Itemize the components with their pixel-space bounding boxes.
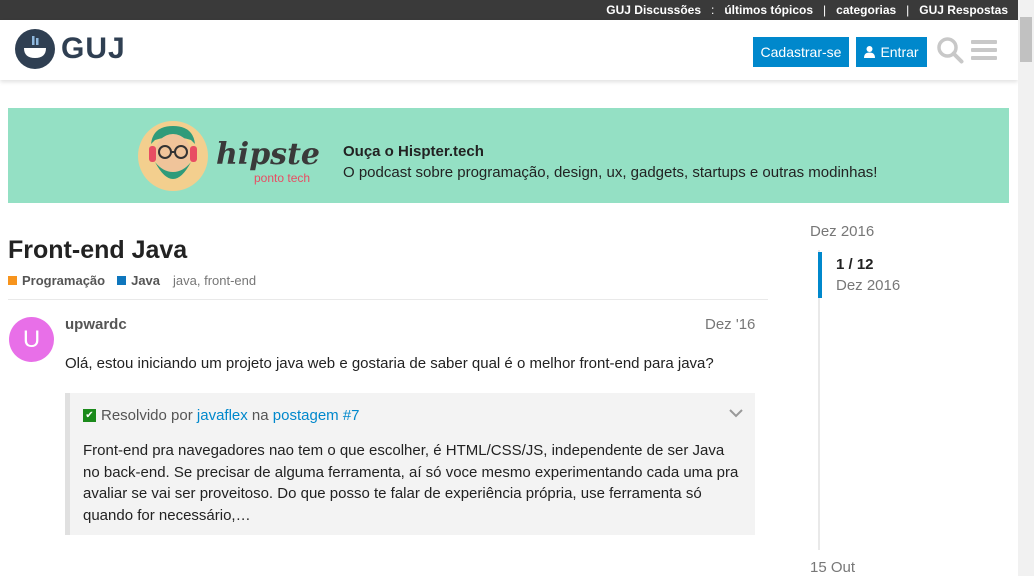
category-java[interactable]: Java xyxy=(117,273,160,288)
category-color-swatch xyxy=(8,276,17,285)
timeline-position: 1 / 12 xyxy=(836,256,874,273)
avatar[interactable]: U xyxy=(9,317,54,362)
nav-separator: | xyxy=(906,3,910,17)
nav-guj-respostas[interactable]: GUJ Respostas xyxy=(919,3,1008,17)
scrollbar-thumb[interactable] xyxy=(1020,17,1032,62)
timeline-current-date: Dez 2016 xyxy=(836,277,901,294)
topic-categories: Programação Java java, front-end xyxy=(8,273,256,288)
logo-cup-icon xyxy=(15,29,55,69)
category-label: Java xyxy=(131,273,161,288)
post-body: Olá, estou iniciando um projeto java web… xyxy=(65,355,714,372)
nav-categorias[interactable]: categorias xyxy=(836,3,896,17)
nav-guj-discussoes[interactable]: GUJ Discussões xyxy=(606,3,701,17)
solution-post-link[interactable]: postagem #7 xyxy=(273,407,360,424)
hipsters-logo: hipsters ponto tech xyxy=(138,121,321,191)
site-logo[interactable]: GUJ xyxy=(15,29,126,69)
timeline-handle[interactable] xyxy=(818,252,822,298)
podcast-banner[interactable]: hipsters ponto tech Ouça o Hispter.tech … xyxy=(8,108,1009,203)
solution-author-link[interactable]: javaflex xyxy=(197,407,248,424)
menu-icon[interactable] xyxy=(971,36,997,64)
check-icon: ✔ xyxy=(83,409,96,422)
user-icon xyxy=(864,46,876,58)
hipsters-logo-subtext: ponto tech xyxy=(254,171,310,185)
timeline-start-date[interactable]: Dez 2016 xyxy=(810,223,874,240)
search-icon[interactable] xyxy=(936,36,964,64)
accepted-answer-excerpt: Front-end pra navegadores nao tem o que … xyxy=(83,442,739,524)
login-button[interactable]: Entrar xyxy=(856,37,927,67)
accepted-answer-box: ✔ Resolvido por javaflex na postagem #7 … xyxy=(65,393,755,535)
category-programacao[interactable]: Programação xyxy=(8,273,105,288)
title-divider xyxy=(8,299,768,300)
login-label: Entrar xyxy=(880,44,919,60)
page-scrollbar[interactable] xyxy=(1018,0,1034,576)
chevron-down-icon[interactable] xyxy=(728,405,744,421)
nav-separator: : xyxy=(711,3,715,17)
category-color-swatch xyxy=(117,276,127,285)
post-date[interactable]: Dez '16 xyxy=(705,316,755,333)
topic-title[interactable]: Front-end Java xyxy=(8,236,187,265)
topic-tags[interactable]: java, front-end xyxy=(173,273,256,288)
hipsters-logo-text: hipsters xyxy=(216,137,321,172)
solved-mid: na xyxy=(251,407,269,424)
nav-separator: | xyxy=(823,3,827,17)
site-header: GUJ Cadastrar-se Entrar xyxy=(0,20,1018,80)
category-label: Programação xyxy=(22,273,106,288)
accepted-answer-header: ✔ Resolvido por javaflex na postagem #7 xyxy=(83,407,360,424)
logo-text: GUJ xyxy=(61,32,126,65)
banner-title: Ouça o Hispter.tech xyxy=(343,143,484,160)
solved-prefix: Resolvido por xyxy=(101,407,193,424)
signup-button[interactable]: Cadastrar-se xyxy=(753,37,849,67)
banner-text: Ouça o Hispter.tech O podcast sobre prog… xyxy=(343,141,877,183)
nav-ultimos-topicos[interactable]: últimos tópicos xyxy=(724,3,813,17)
top-nav-bar: GUJ Discussões : últimos tópicos | categ… xyxy=(0,0,1034,20)
timeline-end-date[interactable]: 15 Out xyxy=(810,559,855,576)
banner-description: O podcast sobre programação, design, ux,… xyxy=(343,164,878,181)
post-username[interactable]: upwardc xyxy=(65,316,127,333)
